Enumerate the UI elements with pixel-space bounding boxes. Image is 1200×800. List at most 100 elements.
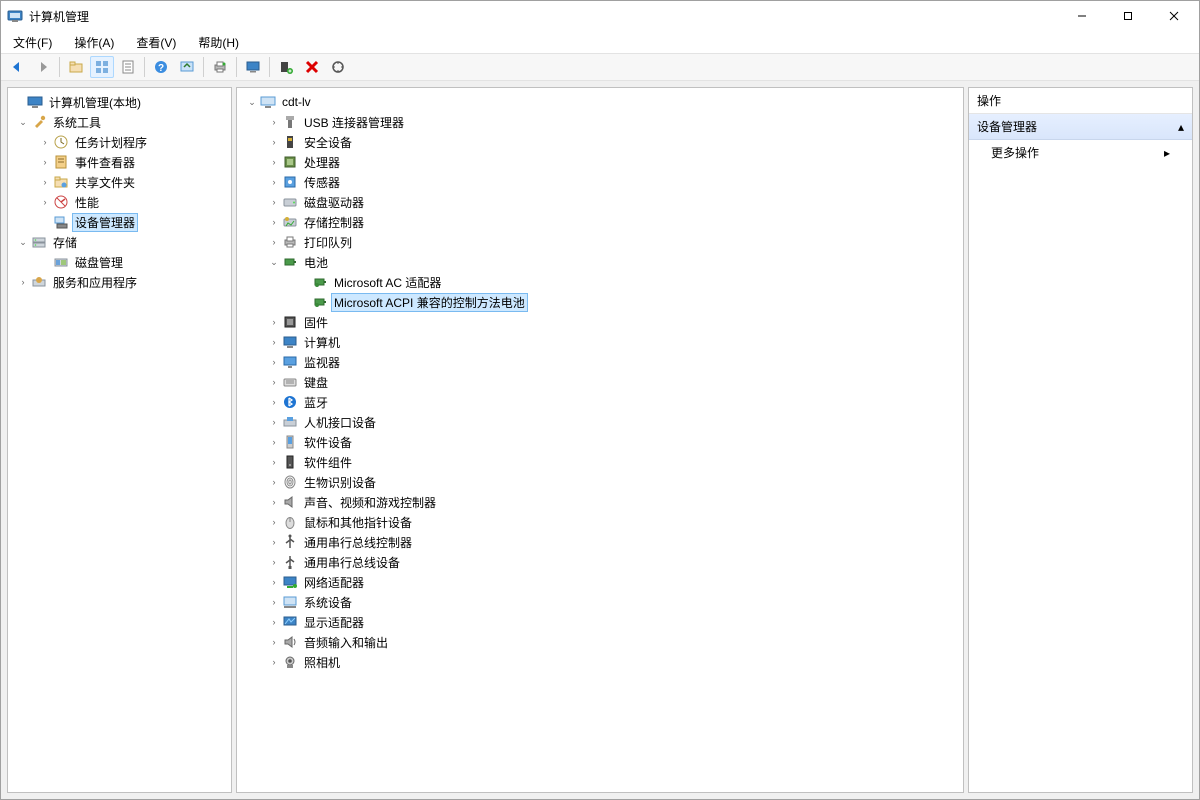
nav-event-viewer[interactable]: 事件查看器 xyxy=(72,153,138,172)
twisty-icon[interactable]: › xyxy=(267,595,281,609)
twisty-icon[interactable]: › xyxy=(267,315,281,329)
device-category[interactable]: 网络适配器 xyxy=(301,573,367,592)
softdev-icon xyxy=(282,434,298,450)
twisty-icon[interactable]: › xyxy=(267,355,281,369)
device-category[interactable]: 软件设备 xyxy=(301,433,355,452)
usbctrl-icon xyxy=(282,534,298,550)
twisty-icon[interactable]: › xyxy=(267,235,281,249)
up-button[interactable] xyxy=(64,56,88,78)
device-category[interactable]: 电池 xyxy=(301,253,331,272)
maximize-button[interactable] xyxy=(1105,1,1151,31)
twisty-icon[interactable]: › xyxy=(267,635,281,649)
twisty-icon[interactable]: › xyxy=(267,455,281,469)
nav-root[interactable]: 计算机管理(本地) xyxy=(46,93,144,112)
device-item[interactable]: Microsoft AC 适配器 xyxy=(331,273,444,292)
device-category[interactable]: 处理器 xyxy=(301,153,343,172)
device-category[interactable]: 音频输入和输出 xyxy=(301,633,391,652)
twisty-icon[interactable]: › xyxy=(267,475,281,489)
twisty-icon[interactable]: › xyxy=(267,375,281,389)
twisty-icon[interactable]: › xyxy=(267,535,281,549)
device-category[interactable]: 固件 xyxy=(301,313,331,332)
minimize-button[interactable] xyxy=(1059,1,1105,31)
twisty-icon[interactable]: › xyxy=(267,415,281,429)
menu-action[interactable]: 操作(A) xyxy=(70,32,118,53)
nav-task-scheduler[interactable]: 任务计划程序 xyxy=(72,133,150,152)
twisty-icon[interactable]: › xyxy=(267,575,281,589)
twisty-icon[interactable]: › xyxy=(267,515,281,529)
nav-storage[interactable]: 存储 xyxy=(50,233,80,252)
twisty-collapsed-icon[interactable]: › xyxy=(38,135,52,149)
device-category[interactable]: 计算机 xyxy=(301,333,343,352)
nav-disk-management[interactable]: 磁盘管理 xyxy=(72,253,126,272)
twisty-icon[interactable]: › xyxy=(267,115,281,129)
view-button-active[interactable] xyxy=(90,56,114,78)
navigation-tree[interactable]: ▾ 计算机管理(本地) ⌄ 系统工具 › 任务计划程序 › 事件 xyxy=(8,88,231,296)
actions-section[interactable]: 设备管理器 ▴ xyxy=(969,114,1192,140)
twisty-icon[interactable]: › xyxy=(267,195,281,209)
device-category[interactable]: USB 连接器管理器 xyxy=(301,113,407,132)
remove-device-button[interactable] xyxy=(300,56,324,78)
add-device-button[interactable] xyxy=(274,56,298,78)
nav-device-manager[interactable]: 设备管理器 xyxy=(72,213,138,232)
device-category[interactable]: 蓝牙 xyxy=(301,393,331,412)
twisty-expanded-icon[interactable]: ⌄ xyxy=(245,95,259,109)
device-category[interactable]: 声音、视频和游戏控制器 xyxy=(301,493,439,512)
twisty-expanded-icon[interactable]: ⌄ xyxy=(16,115,30,129)
forward-button[interactable] xyxy=(31,56,55,78)
device-category[interactable]: 安全设备 xyxy=(301,133,355,152)
device-category[interactable]: 传感器 xyxy=(301,173,343,192)
device-category[interactable]: 生物识别设备 xyxy=(301,473,379,492)
device-category[interactable]: 通用串行总线控制器 xyxy=(301,533,415,552)
twisty-icon[interactable]: › xyxy=(267,335,281,349)
properties-button[interactable] xyxy=(116,56,140,78)
display-icon xyxy=(282,614,298,630)
device-host[interactable]: cdt-lv xyxy=(279,94,314,110)
nav-shared-folders[interactable]: 共享文件夹 xyxy=(72,173,138,192)
menu-file[interactable]: 文件(F) xyxy=(9,32,56,53)
more-actions-item[interactable]: 更多操作 ▸ xyxy=(969,140,1192,165)
menu-view[interactable]: 查看(V) xyxy=(132,32,180,53)
device-category[interactable]: 通用串行总线设备 xyxy=(301,553,403,572)
title-bar: 计算机管理 xyxy=(1,1,1199,31)
hid-icon xyxy=(282,414,298,430)
device-tree[interactable]: ⌄ cdt-lv › USB 连接器管理器 › 安全设备 › 处理器 › 传感器 › 磁盘驱动器 › 存储… xyxy=(237,88,963,676)
device-category[interactable]: 系统设备 xyxy=(301,593,355,612)
twisty-icon[interactable]: › xyxy=(267,435,281,449)
twisty-icon[interactable]: › xyxy=(267,155,281,169)
console-button[interactable] xyxy=(241,56,265,78)
menu-help[interactable]: 帮助(H) xyxy=(194,32,243,53)
device-category[interactable]: 监视器 xyxy=(301,353,343,372)
back-button[interactable] xyxy=(5,56,29,78)
print-button[interactable] xyxy=(208,56,232,78)
twisty-icon[interactable]: › xyxy=(267,615,281,629)
device-category[interactable]: 软件组件 xyxy=(301,453,355,472)
tools-icon xyxy=(31,114,47,130)
twisty-icon[interactable]: › xyxy=(267,215,281,229)
device-category[interactable]: 存储控制器 xyxy=(301,213,367,232)
network-icon xyxy=(282,574,298,590)
nav-system-tools[interactable]: 系统工具 xyxy=(50,113,104,132)
scan-button[interactable] xyxy=(326,56,350,78)
close-button[interactable] xyxy=(1151,1,1197,31)
computer-mgmt-icon xyxy=(27,94,43,110)
twisty-icon[interactable]: › xyxy=(267,175,281,189)
twisty-icon[interactable]: › xyxy=(267,135,281,149)
device-category[interactable]: 鼠标和其他指针设备 xyxy=(301,513,415,532)
device-category[interactable]: 照相机 xyxy=(301,653,343,672)
device-category[interactable]: 显示适配器 xyxy=(301,613,367,632)
device-category[interactable]: 键盘 xyxy=(301,373,331,392)
help-button[interactable]: ? xyxy=(149,56,173,78)
twisty-icon[interactable]: › xyxy=(267,395,281,409)
twisty-icon[interactable]: ⌄ xyxy=(267,255,281,269)
refresh-button[interactable] xyxy=(175,56,199,78)
twisty-icon[interactable]: › xyxy=(267,495,281,509)
nav-services-apps[interactable]: 服务和应用程序 xyxy=(50,273,140,292)
twisty-icon[interactable]: › xyxy=(267,555,281,569)
device-item[interactable]: Microsoft ACPI 兼容的控制方法电池 xyxy=(331,293,528,312)
device-category[interactable]: 打印队列 xyxy=(301,233,355,252)
device-category[interactable]: 人机接口设备 xyxy=(301,413,379,432)
nav-performance[interactable]: 性能 xyxy=(72,193,102,212)
twisty-icon[interactable]: › xyxy=(267,655,281,669)
camera-icon xyxy=(282,654,298,670)
device-category[interactable]: 磁盘驱动器 xyxy=(301,193,367,212)
